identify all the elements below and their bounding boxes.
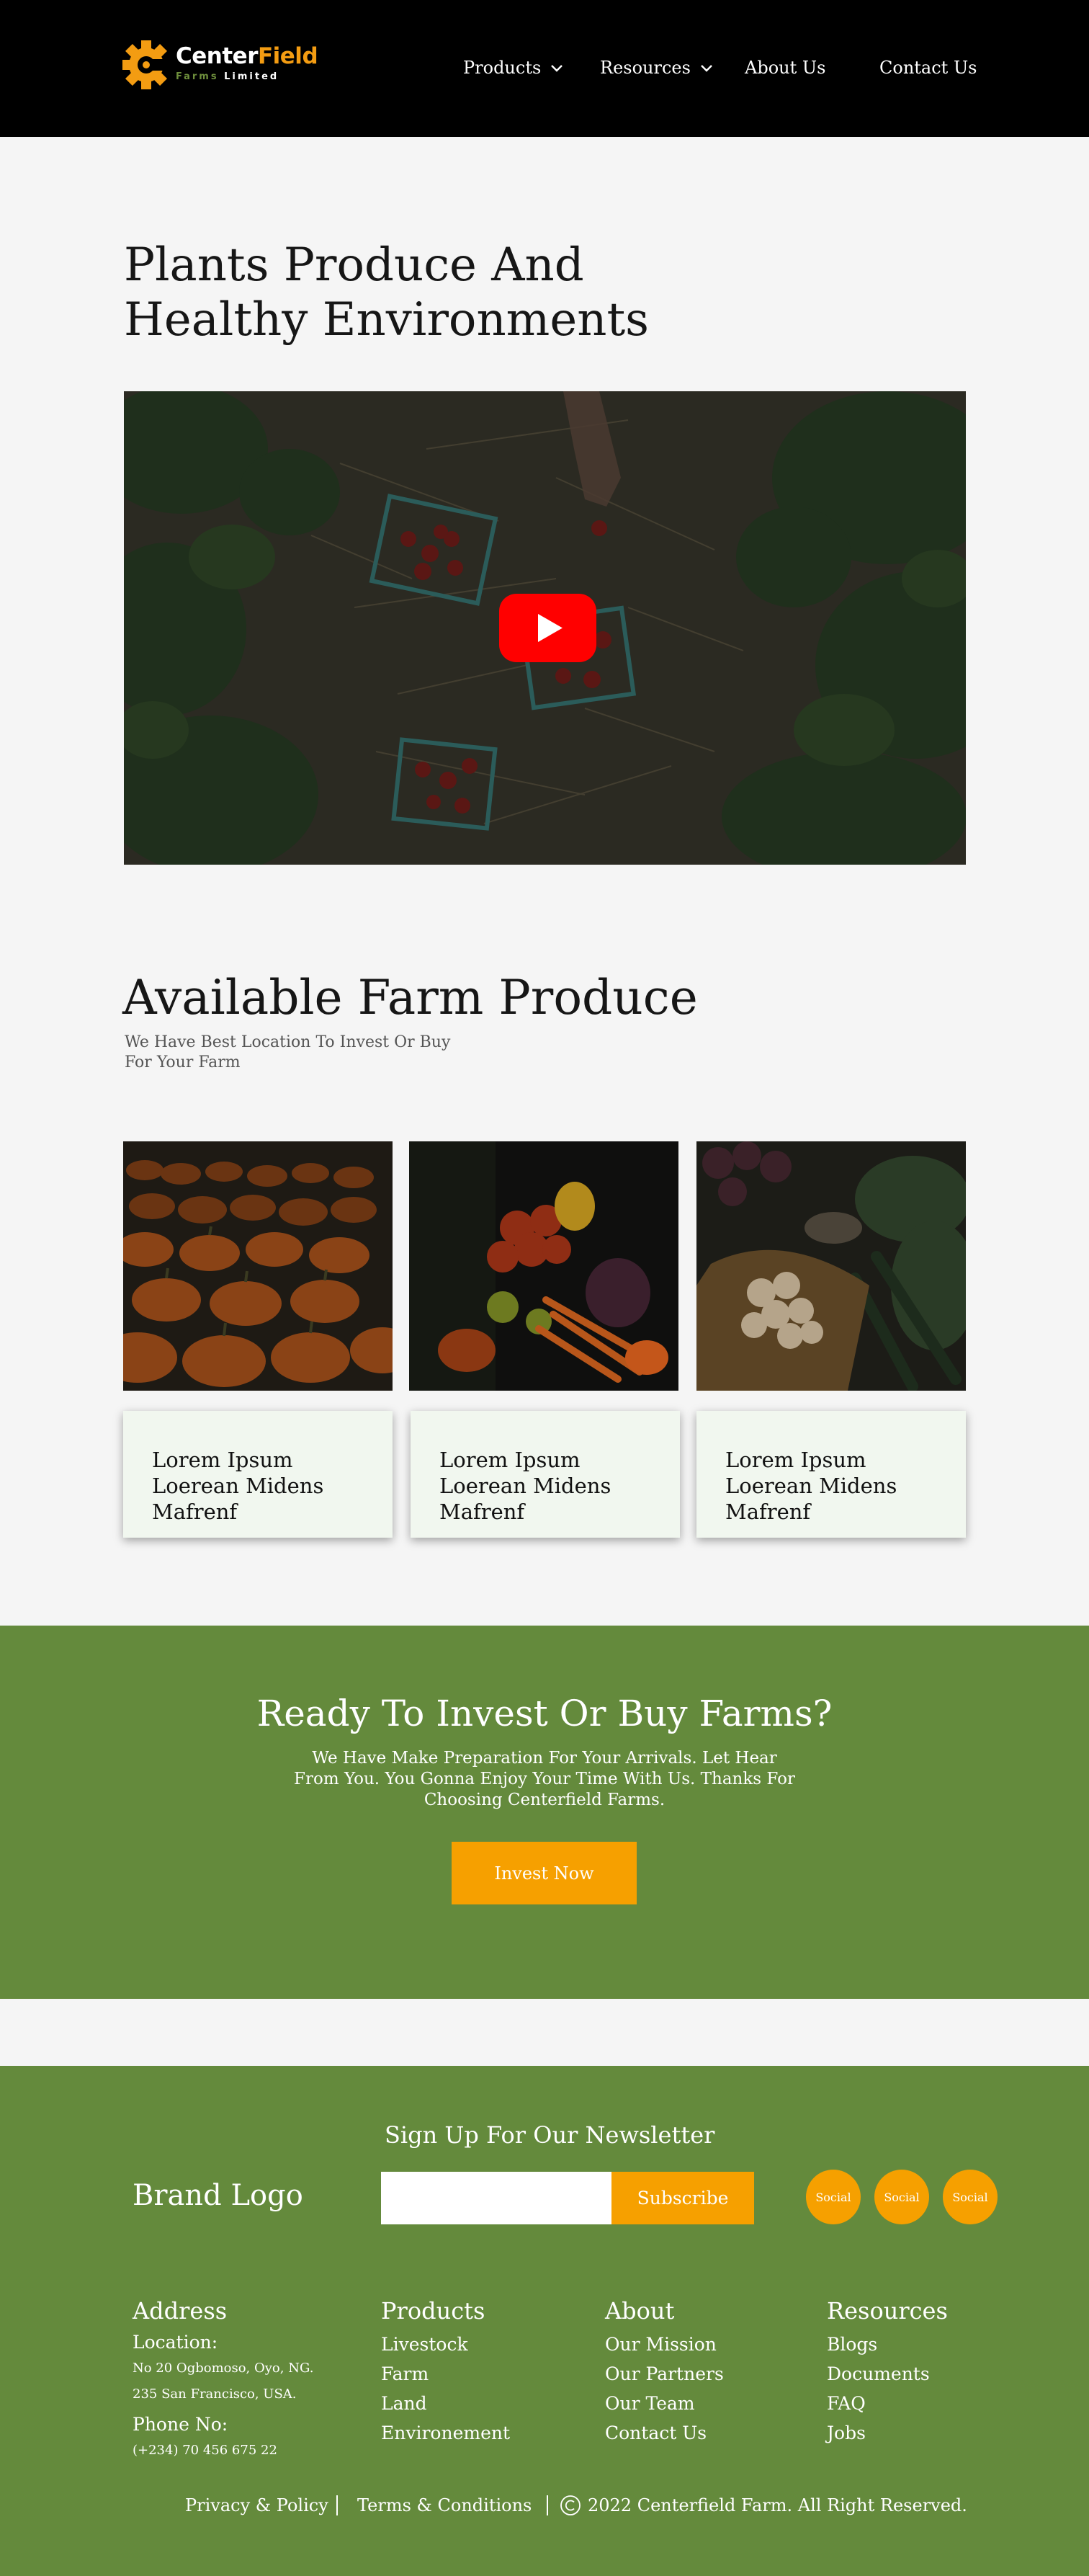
main-nav: Products Resources About Us Contact Us [0,52,1089,84]
footer-link-land[interactable]: Land [381,2389,510,2418]
footer-link-jobs[interactable]: Jobs [827,2418,948,2448]
footer-resources-column: Resources Blogs Documents FAQ Jobs [827,2296,948,2448]
location-line-2: 235 San Francisco, USA. [133,2386,297,2402]
footer-link-our-team[interactable]: Our Team [605,2389,724,2418]
about-title: About [605,2297,675,2325]
section-subtitle: We Have Best Location To Invest Or Buy F… [125,1033,451,1071]
section-title: Available Farm Produce [122,970,698,1025]
site-footer: Brand Logo Sign Up For Our Newsletter Su… [0,2066,1089,2576]
newsletter-email-input[interactable] [381,2172,611,2224]
produce-card[interactable]: Lorem Ipsum Loerean Midens Mafrenf [411,1411,680,1538]
hero-title-line1: Plants Produce And [124,239,584,292]
nav-label: Products [463,58,542,78]
social-link-1[interactable]: Social [806,2170,861,2224]
footer-address-column: Address Location: No 20 Ogbomoso, Oyo, N… [133,2296,313,2464]
terms-conditions-link[interactable]: Terms & Conditions [357,2491,532,2520]
nav-label: Resources [600,58,691,78]
cta-title: Ready To Invest Or Buy Farms? [256,1693,833,1734]
hero-title: Plants Produce And Healthy Environments [124,238,772,347]
footer-link-our-partners[interactable]: Our Partners [605,2359,724,2389]
produce-card[interactable]: Lorem Ipsum Loerean Midens Mafrenf [123,1411,393,1538]
copyright-icon [560,2491,581,2520]
cta-text: We Have Make Preparation For Your Arriva… [294,1749,795,1809]
youtube-play-icon[interactable] [499,594,596,662]
footer-link-faq[interactable]: FAQ [827,2389,948,2418]
pumpkins-photo [123,1141,393,1391]
produce-card[interactable]: Lorem Ipsum Loerean Midens Mafrenf [696,1411,966,1538]
location-label: Location: [133,2332,218,2353]
footer-link-farm[interactable]: Farm [381,2359,510,2389]
social-link-2[interactable]: Social [874,2170,929,2224]
footer-link-contact-us[interactable]: Contact Us [605,2418,724,2448]
nav-label: Contact Us [879,58,977,78]
footer-link-environement[interactable]: Environement [381,2418,510,2448]
nav-label: About Us [745,58,826,78]
produce-card-text: Lorem Ipsum Loerean Midens Mafrenf [439,1448,611,1524]
phone-number: (+234) 70 456 675 22 [133,2443,277,2458]
divider [547,2495,548,2515]
invest-cta-section: Ready To Invest Or Buy Farms? We Have Ma… [0,1626,1089,1999]
subscribe-button[interactable]: Subscribe [611,2172,754,2224]
footer-link-documents[interactable]: Documents [827,2359,948,2389]
products-title: Products [381,2297,485,2325]
produce-image-pumpkins[interactable] [123,1141,393,1391]
garlic-market-photo [696,1141,966,1391]
newsletter-title: Sign Up For Our Newsletter [385,2121,715,2149]
privacy-policy-link[interactable]: Privacy & Policy [185,2491,328,2520]
nav-products[interactable]: Products [463,52,564,84]
site-header: CenterField Farms Limited Products Resou… [0,0,1089,137]
invest-now-button[interactable]: Invest Now [452,1842,637,1904]
divider [336,2495,338,2515]
hero-title-line2: Healthy Environments [124,293,649,347]
footer-bottom-bar: Privacy & Policy Terms & Conditions 2022… [0,2491,1089,2520]
phone-label: Phone No: [133,2414,228,2435]
vegetables-photo [409,1141,678,1391]
nav-about-us[interactable]: About Us [745,52,825,84]
nav-resources[interactable]: Resources [600,52,714,84]
chevron-down-icon [701,65,712,72]
hero-video[interactable] [124,391,966,865]
produce-card-text: Lorem Ipsum Loerean Midens Mafrenf [152,1448,324,1524]
produce-image-garlic-market[interactable] [696,1141,966,1391]
brand-logo[interactable]: Brand Logo [133,2178,303,2214]
resources-title: Resources [827,2297,948,2325]
address-title: Address [133,2297,228,2325]
copyright-text: 2022 Centerfield Farm. All Right Reserve… [588,2495,967,2515]
nav-contact-us[interactable]: Contact Us [879,52,977,84]
produce-image-vegetables[interactable] [409,1141,678,1391]
footer-link-blogs[interactable]: Blogs [827,2330,948,2359]
social-link-3[interactable]: Social [943,2170,998,2224]
footer-products-column: Products Livestock Farm Land Environemen… [381,2296,510,2448]
chevron-down-icon [551,65,563,72]
location-line-1: No 20 Ogbomoso, Oyo, NG. [133,2361,314,2376]
footer-about-column: About Our Mission Our Partners Our Team … [605,2296,724,2448]
footer-link-livestock[interactable]: Livestock [381,2330,510,2359]
footer-link-our-mission[interactable]: Our Mission [605,2330,724,2359]
produce-card-text: Lorem Ipsum Loerean Midens Mafrenf [725,1448,897,1524]
